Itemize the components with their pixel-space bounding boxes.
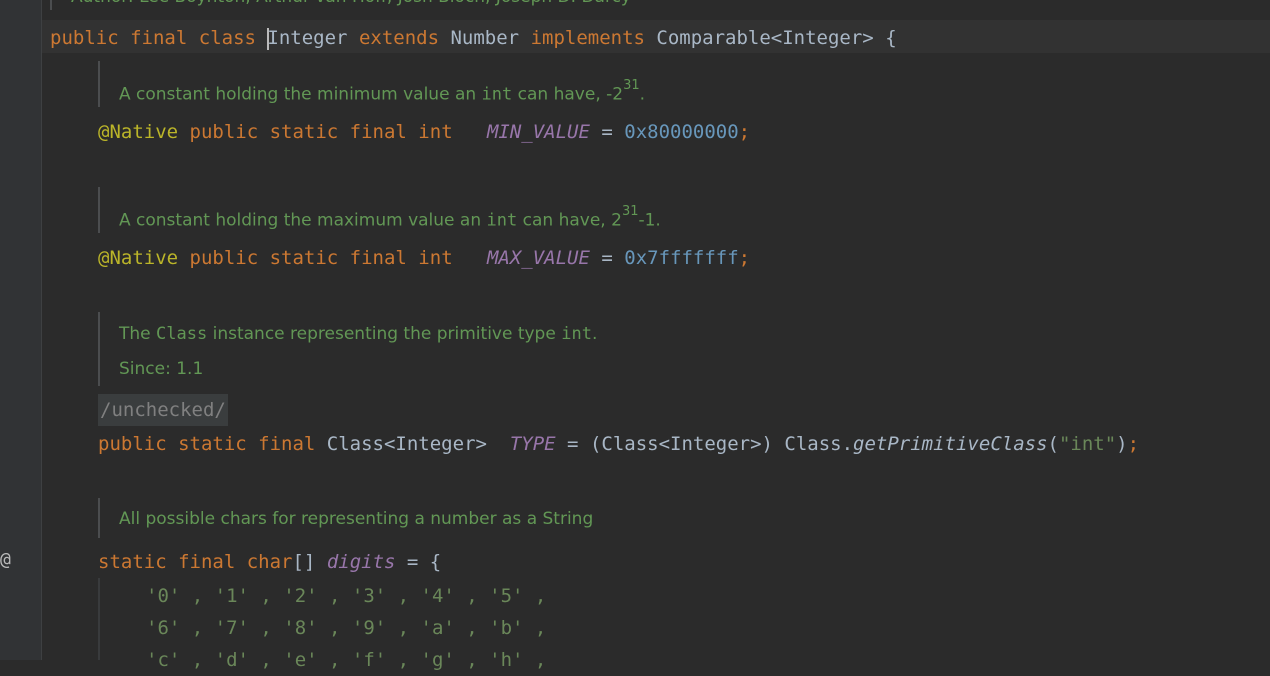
digits-row-2[interactable]: '6' , '7' , '8' , '9' , 'a' , 'b' , xyxy=(146,612,546,644)
doc-author: Author: Lee Boynton, Arthur van Hoff, Jo… xyxy=(50,0,631,10)
indent-guide xyxy=(98,578,100,660)
type-declaration[interactable]: public static final Class<Integer> TYPE … xyxy=(98,428,1139,460)
doc-comment-max-value: A constant holding the maximum value an … xyxy=(98,187,661,233)
class-name[interactable]: Integer xyxy=(267,27,347,49)
digits-declaration[interactable]: static final char[] digits = { xyxy=(98,546,441,578)
digits-row-3[interactable]: 'c' , 'd' , 'e' , 'f' , 'g' , 'h' , xyxy=(146,644,546,676)
max-value-declaration[interactable]: @Native public static final int MAX_VALU… xyxy=(98,242,750,274)
min-value-declaration[interactable]: @Native public static final int MIN_VALU… xyxy=(98,116,750,148)
doc-comment-type: The Class instance representing the prim… xyxy=(98,312,597,386)
implemented-marker-icon[interactable]: @ xyxy=(0,548,20,572)
gutter-divider xyxy=(41,0,42,660)
doc-comment-digits: All possible chars for representing a nu… xyxy=(98,498,593,538)
doc-since: Since: 1.1 xyxy=(119,359,204,379)
digits-row-1[interactable]: '0' , '1' , '2' , '3' , '4' , '5' , xyxy=(146,580,546,612)
class-declaration[interactable]: public final class Integer extends Numbe… xyxy=(50,22,897,54)
unchecked-annotation-fold[interactable]: /unchecked/ xyxy=(98,394,228,426)
doc-comment-min-value: A constant holding the minimum value an … xyxy=(98,61,645,107)
